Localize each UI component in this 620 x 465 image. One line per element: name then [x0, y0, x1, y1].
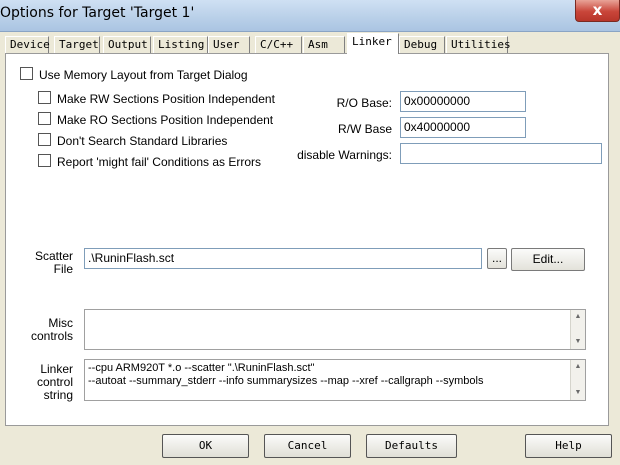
scroll-up-icon[interactable]: ▲ — [571, 310, 585, 324]
scroll-down-icon[interactable]: ▼ — [571, 386, 585, 400]
window-title: Options for Target 'Target 1' — [0, 5, 195, 21]
tab-target[interactable]: Target — [54, 36, 100, 53]
scroll-up-icon[interactable]: ▲ — [571, 360, 585, 374]
report-might-fail-option[interactable]: Report 'might fail' Conditions as Errors — [38, 154, 261, 170]
tab-cpp[interactable]: C/C++ — [255, 36, 302, 53]
help-button[interactable]: Help — [525, 434, 612, 458]
tab-listing[interactable]: Listing — [153, 36, 208, 53]
rw-base-input[interactable]: 0x40000000 — [400, 117, 526, 138]
disable-warnings-input[interactable] — [400, 143, 602, 164]
tab-user[interactable]: User — [208, 36, 250, 53]
rw-base-label: R/W Base — [337, 122, 392, 136]
linker-string-line: --cpu ARM920T *.o --scatter ".\RuninFlas… — [88, 362, 315, 374]
close-button[interactable]: x — [575, 0, 620, 22]
tab-linker[interactable]: Linker — [347, 33, 399, 54]
use-memory-layout-checkbox[interactable] — [20, 67, 33, 81]
linker-string-line: --autoat --summary_stderr --info summary… — [88, 375, 484, 387]
dont-search-std-libs-option[interactable]: Don't Search Standard Libraries — [38, 133, 227, 149]
ok-button[interactable]: OK — [162, 434, 249, 458]
cancel-button[interactable]: Cancel — [264, 434, 351, 458]
scroll-down-icon[interactable]: ▼ — [571, 335, 585, 349]
defaults-button[interactable]: Defaults — [366, 434, 457, 458]
scatter-browse-button[interactable]: ... — [487, 248, 507, 269]
linker-string-scrollbar[interactable]: ▲ ▼ — [570, 360, 585, 400]
use-memory-layout-option[interactable]: Use Memory Layout from Target Dialog — [20, 67, 248, 83]
tab-device[interactable]: Device — [5, 36, 50, 53]
ro-position-independent-checkbox[interactable] — [38, 112, 51, 126]
tab-asm[interactable]: Asm — [303, 36, 345, 53]
linker-panel: Use Memory Layout from Target Dialog Mak… — [5, 53, 609, 426]
ro-base-input[interactable]: 0x00000000 — [400, 91, 526, 112]
disable-warnings-label: disable Warnings: — [297, 148, 392, 162]
linker-control-string-textarea[interactable]: --cpu ARM920T *.o --scatter ".\RuninFlas… — [84, 359, 586, 401]
linker-control-string-label: Linker control string — [36, 362, 73, 402]
close-icon: x — [592, 1, 603, 19]
scatter-edit-button[interactable]: Edit... — [511, 248, 585, 271]
scatter-file-input[interactable]: .\RuninFlash.sct — [84, 248, 482, 269]
misc-controls-label: Misc controls — [30, 316, 73, 343]
rw-position-independent-option[interactable]: Make RW Sections Position Independent — [38, 91, 275, 107]
ro-position-independent-option[interactable]: Make RO Sections Position Independent — [38, 112, 273, 128]
title-bar: Options for Target 'Target 1' x — [0, 0, 620, 32]
dont-search-std-libs-checkbox[interactable] — [38, 133, 51, 147]
tab-utilities[interactable]: Utilities — [446, 36, 511, 53]
tab-debug[interactable]: Debug — [399, 36, 445, 53]
misc-controls-scrollbar[interactable]: ▲ ▼ — [570, 310, 585, 349]
report-might-fail-checkbox[interactable] — [38, 154, 51, 168]
misc-controls-textarea[interactable]: ▲ ▼ — [84, 309, 586, 350]
tab-output[interactable]: Output — [103, 36, 151, 53]
ro-base-label: R/O Base: — [336, 96, 392, 110]
rw-position-independent-checkbox[interactable] — [38, 91, 51, 105]
scatter-file-label: Scatter File — [34, 249, 73, 276]
